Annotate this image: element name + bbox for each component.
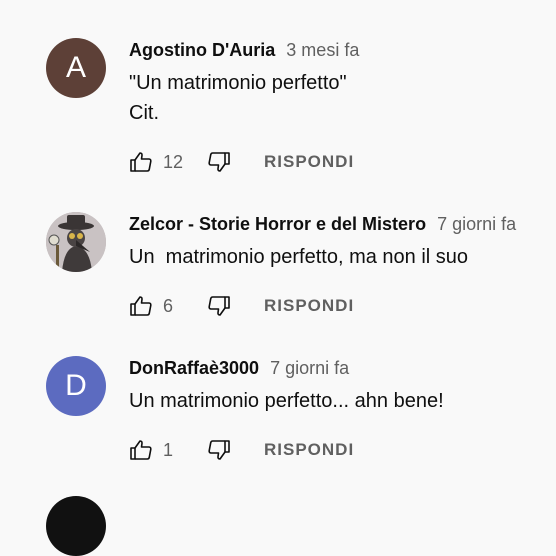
avatar-partial[interactable] [46, 496, 106, 556]
avatar[interactable] [46, 212, 106, 272]
comment-text-line: "Un matrimonio perfetto" [129, 72, 347, 94]
comment-author[interactable]: Zelcor - Storie Horror e del Mistero [129, 214, 426, 234]
thumb-up-icon[interactable] [129, 150, 153, 174]
reply-button[interactable]: RISPONDI [264, 296, 354, 316]
thumb-up-icon[interactable] [129, 294, 153, 318]
plague-doctor-avatar-icon [46, 212, 106, 272]
comment-text: "Un matrimonio perfetto" Cit. [129, 68, 556, 128]
like-count: 12 [163, 151, 184, 172]
comment-timestamp[interactable]: 7 giorni fa [437, 214, 516, 234]
comment-text-line: Un matrimonio perfetto... ahn bene! [129, 390, 444, 412]
reply-button[interactable]: RISPONDI [264, 440, 354, 460]
comment-text-line: Cit. [129, 102, 159, 124]
comment-author[interactable]: DonRaffaè3000 [129, 358, 259, 378]
avatar[interactable]: D [46, 356, 106, 416]
comment-text-line: Un matrimonio perfetto, ma non il suo [129, 246, 469, 268]
comment-timestamp[interactable]: 3 mesi fa [286, 40, 359, 60]
like-count: 1 [163, 439, 174, 460]
comment-timestamp[interactable]: 7 giorni fa [270, 358, 349, 378]
thumb-up-icon[interactable] [129, 438, 153, 462]
thumb-down-icon[interactable] [207, 438, 231, 462]
thumb-down-icon[interactable] [207, 294, 231, 318]
like-count: 6 [163, 295, 174, 316]
comment-author[interactable]: Agostino D'Auria [129, 40, 275, 60]
reply-button[interactable]: RISPONDI [264, 152, 354, 172]
thumb-down-icon[interactable] [207, 150, 231, 174]
comment-text: Un matrimonio perfetto... ahn bene! [129, 386, 556, 416]
comment-text: Un matrimonio perfetto, ma non il suo [129, 242, 556, 272]
avatar[interactable]: A [46, 38, 106, 98]
